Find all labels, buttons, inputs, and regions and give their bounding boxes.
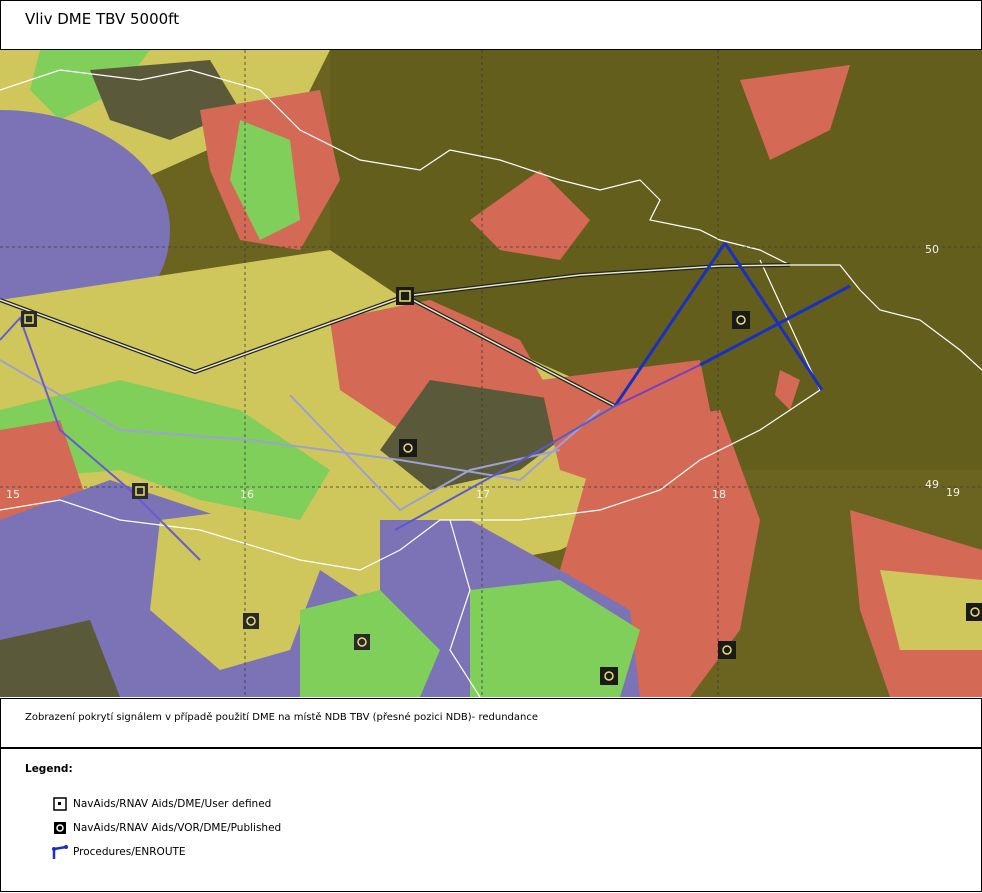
description-panel: Zobrazení pokrytí signálem v případě pou… bbox=[0, 698, 982, 748]
map-description: Zobrazení pokrytí signálem v případě pou… bbox=[25, 712, 538, 723]
legend-label: NavAids/RNAV Aids/VOR/DME/Published bbox=[73, 822, 282, 834]
grid-label-lon-17: 17 bbox=[476, 488, 490, 501]
map-title: Vliv DME TBV 5000ft bbox=[25, 10, 180, 28]
legend-label: Procedures/ENROUTE bbox=[73, 846, 186, 858]
coverage-map[interactable]: 50 49 15 16 17 18 19 bbox=[0, 50, 982, 697]
navaid-marker bbox=[21, 311, 37, 327]
grid-label-lat-50: 50 bbox=[925, 243, 939, 256]
legend-item-enroute: Procedures/ENROUTE bbox=[51, 844, 186, 860]
grid-label-lon-18: 18 bbox=[712, 488, 726, 501]
dme-user-defined-icon bbox=[53, 797, 67, 811]
grid-label-lon-19: 19 bbox=[946, 486, 960, 499]
legend-item-vor-dme-published: NavAids/RNAV Aids/VOR/DME/Published bbox=[51, 820, 281, 836]
navaid-marker bbox=[732, 311, 750, 329]
navaid-marker bbox=[966, 603, 982, 621]
legend-item-dme-user-defined: NavAids/RNAV Aids/DME/User defined bbox=[51, 796, 271, 812]
legend-label: NavAids/RNAV Aids/DME/User defined bbox=[73, 798, 272, 810]
navaid-marker bbox=[399, 439, 417, 457]
enroute-procedure-icon bbox=[52, 845, 68, 859]
title-panel: Vliv DME TBV 5000ft bbox=[0, 0, 982, 50]
coverage-map-canvas: 50 49 15 16 17 18 19 bbox=[0, 50, 982, 697]
navaid-marker bbox=[243, 613, 259, 629]
navaid-marker bbox=[396, 287, 414, 305]
grid-label-lon-16: 16 bbox=[240, 488, 254, 501]
grid-label-lat-49: 49 bbox=[925, 478, 939, 491]
navaid-marker bbox=[600, 667, 618, 685]
grid-label-lon-15: 15 bbox=[6, 488, 20, 501]
legend-panel: Legend: NavAids/RNAV Aids/DME/User defin… bbox=[0, 748, 982, 892]
legend-title: Legend: bbox=[25, 763, 73, 775]
vor-dme-published-icon bbox=[54, 822, 66, 834]
navaid-marker bbox=[354, 634, 370, 650]
navaid-marker bbox=[718, 641, 736, 659]
navaid-marker bbox=[132, 483, 148, 499]
